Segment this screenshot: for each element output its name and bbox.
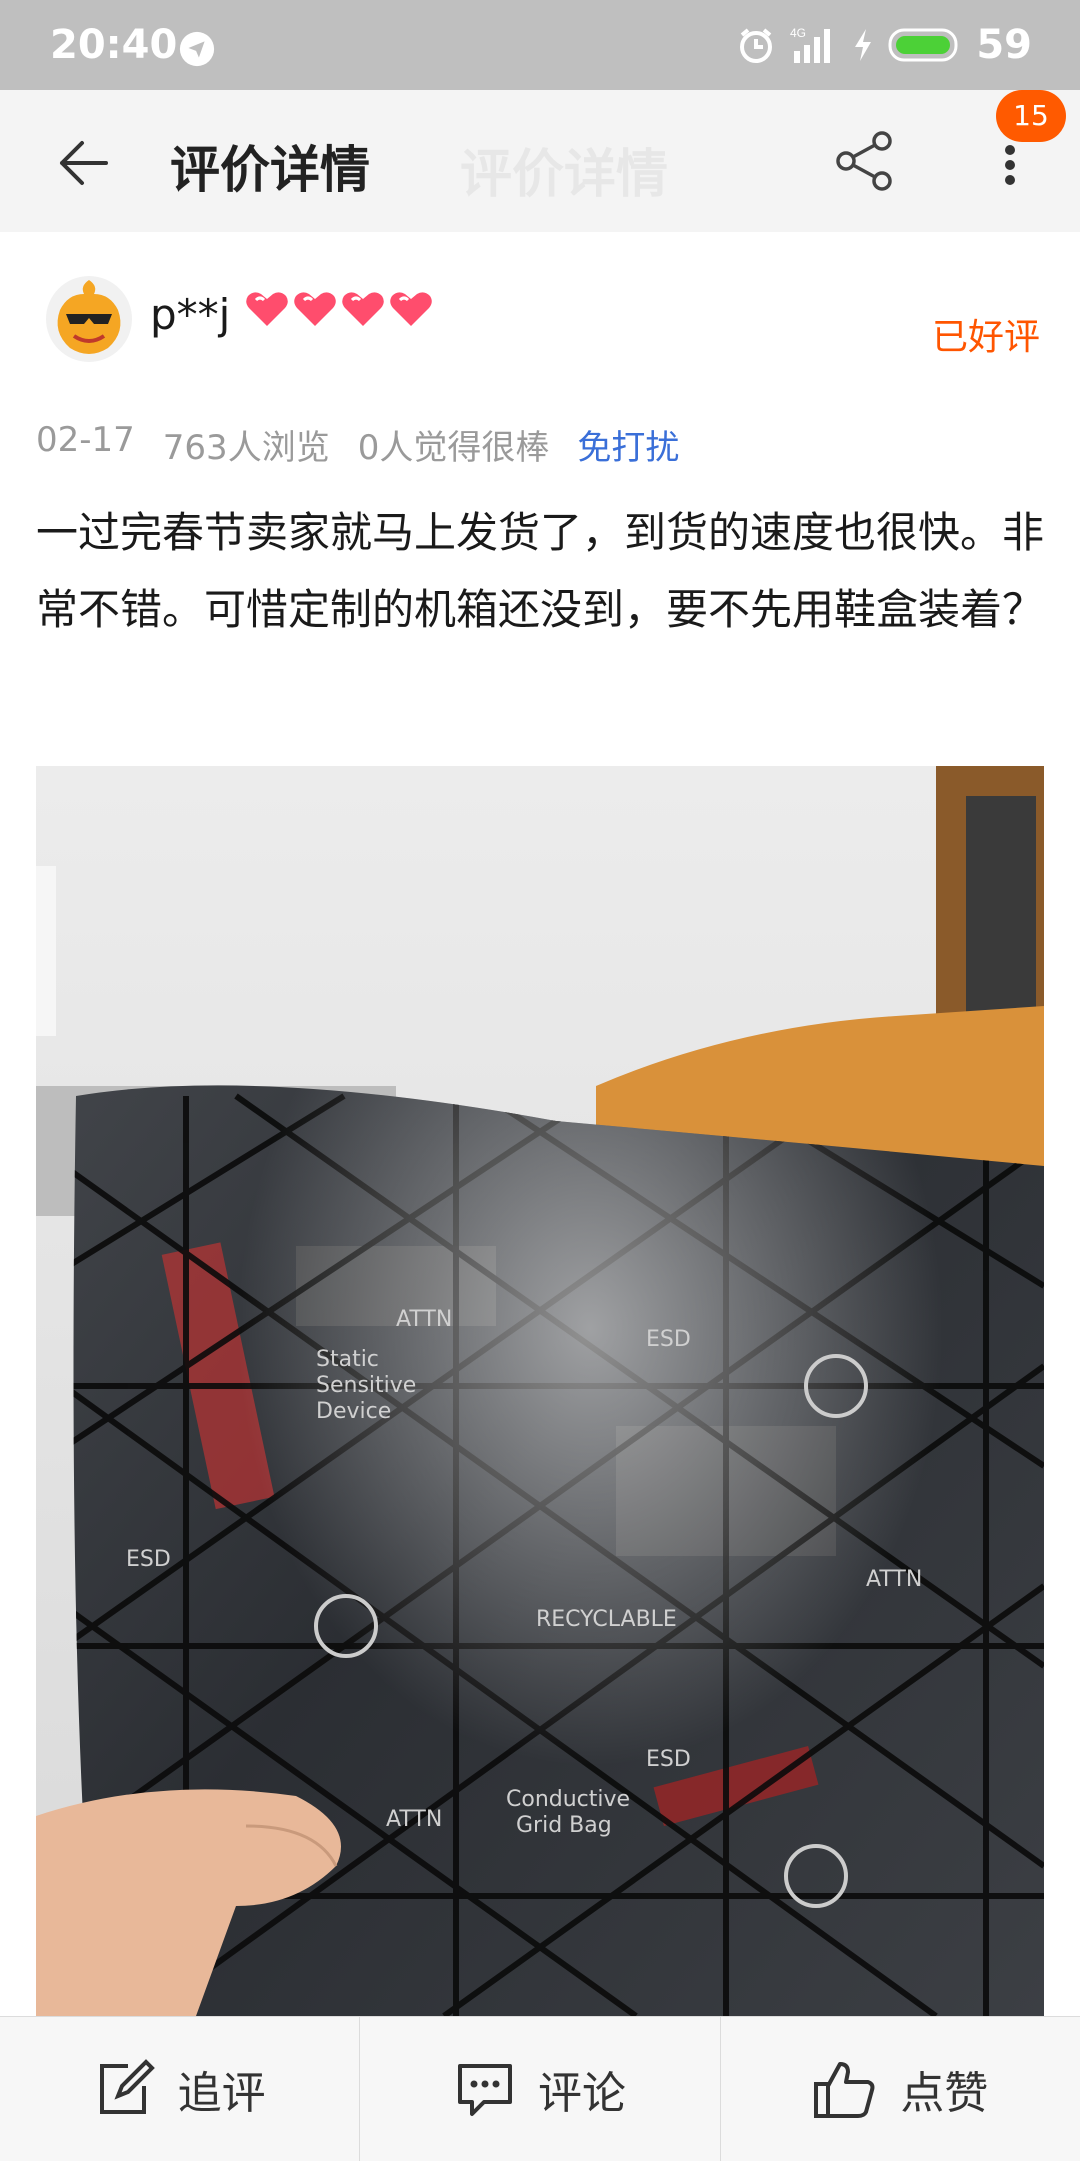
review-photo[interactable]: ESD ATTN Static Sensitive Device RECYCLA…	[36, 766, 1044, 2016]
share-icon[interactable]	[832, 128, 898, 194]
location-icon	[179, 31, 215, 67]
user-level-hearts	[244, 288, 434, 328]
no-disturb-link[interactable]: 免打扰	[577, 420, 679, 469]
comment-button[interactable]: 评论	[359, 2017, 719, 2161]
svg-text:ESD: ESD	[126, 1547, 171, 1572]
status-icons: 4G 59	[736, 22, 1032, 68]
svg-text:ESD: ESD	[646, 1747, 691, 1772]
review-status-tag: 已好评	[931, 317, 1040, 358]
svg-text:ATTN: ATTN	[396, 1307, 452, 1332]
thumbs-up-icon	[814, 2062, 875, 2118]
view-count: 763人浏览	[162, 428, 330, 468]
follow-up-label: 追评	[177, 2068, 266, 2119]
back-arrow-icon[interactable]	[50, 130, 116, 196]
svg-text:Static: Static	[316, 1347, 379, 1372]
svg-text:ESD: ESD	[646, 1327, 691, 1352]
avatar-image	[57, 280, 121, 354]
heart-icon	[246, 292, 288, 326]
like-button[interactable]: 点赞	[719, 2017, 1080, 2161]
app-bar: 评价详情 评价详情 15	[0, 90, 1080, 232]
heart-icon	[342, 292, 384, 326]
svg-text:RECYCLABLE: RECYCLABLE	[536, 1607, 677, 1632]
like-label: 点赞	[900, 2068, 989, 2119]
svg-text:Device: Device	[316, 1399, 391, 1424]
review-meta: 02-17 763人浏览 0人觉得很棒 免打扰	[36, 420, 679, 469]
comment-label: 评论	[537, 2068, 626, 2119]
svg-text:Grid Bag: Grid Bag	[516, 1813, 612, 1838]
svg-text:Sensitive: Sensitive	[316, 1373, 416, 1398]
svg-text:Conductive: Conductive	[506, 1787, 630, 1812]
edit-icon	[99, 2059, 155, 2114]
avatar[interactable]	[46, 276, 132, 362]
svg-text:ATTN: ATTN	[866, 1567, 922, 1592]
battery-level: 59	[976, 22, 1032, 68]
signal-4g-icon: 4G	[790, 26, 831, 63]
like-count: 0人觉得很棒	[357, 428, 550, 468]
ghost-title: 评价详情	[460, 145, 669, 205]
notification-badge[interactable]: 15	[996, 90, 1066, 142]
clock: 20:40	[50, 22, 178, 68]
heart-icon	[294, 292, 336, 326]
review-date: 02-17	[36, 420, 135, 460]
follow-up-review-button[interactable]: 追评	[0, 2017, 359, 2161]
bottom-action-bar: 追评 评论 点赞	[0, 2016, 1080, 2161]
battery-icon	[888, 28, 958, 62]
svg-text:ATTN: ATTN	[386, 1807, 442, 1832]
charging-icon	[855, 29, 872, 61]
comment-icon	[457, 2064, 512, 2116]
status-bar: 20:40 4G 59	[0, 0, 1080, 90]
username[interactable]: p**j	[150, 290, 230, 339]
review-text: 一过完春节卖家就马上发货了，到货的速度也很快。非常不错。可惜定制的机箱还没到，要…	[36, 508, 1045, 634]
heart-icon	[390, 292, 432, 326]
motherboard-bag-image: ESD ATTN Static Sensitive Device RECYCLA…	[36, 766, 1044, 2016]
svg-text:4G: 4G	[790, 26, 806, 40]
alarm-icon	[740, 28, 773, 63]
page-title: 评价详情	[170, 141, 370, 199]
